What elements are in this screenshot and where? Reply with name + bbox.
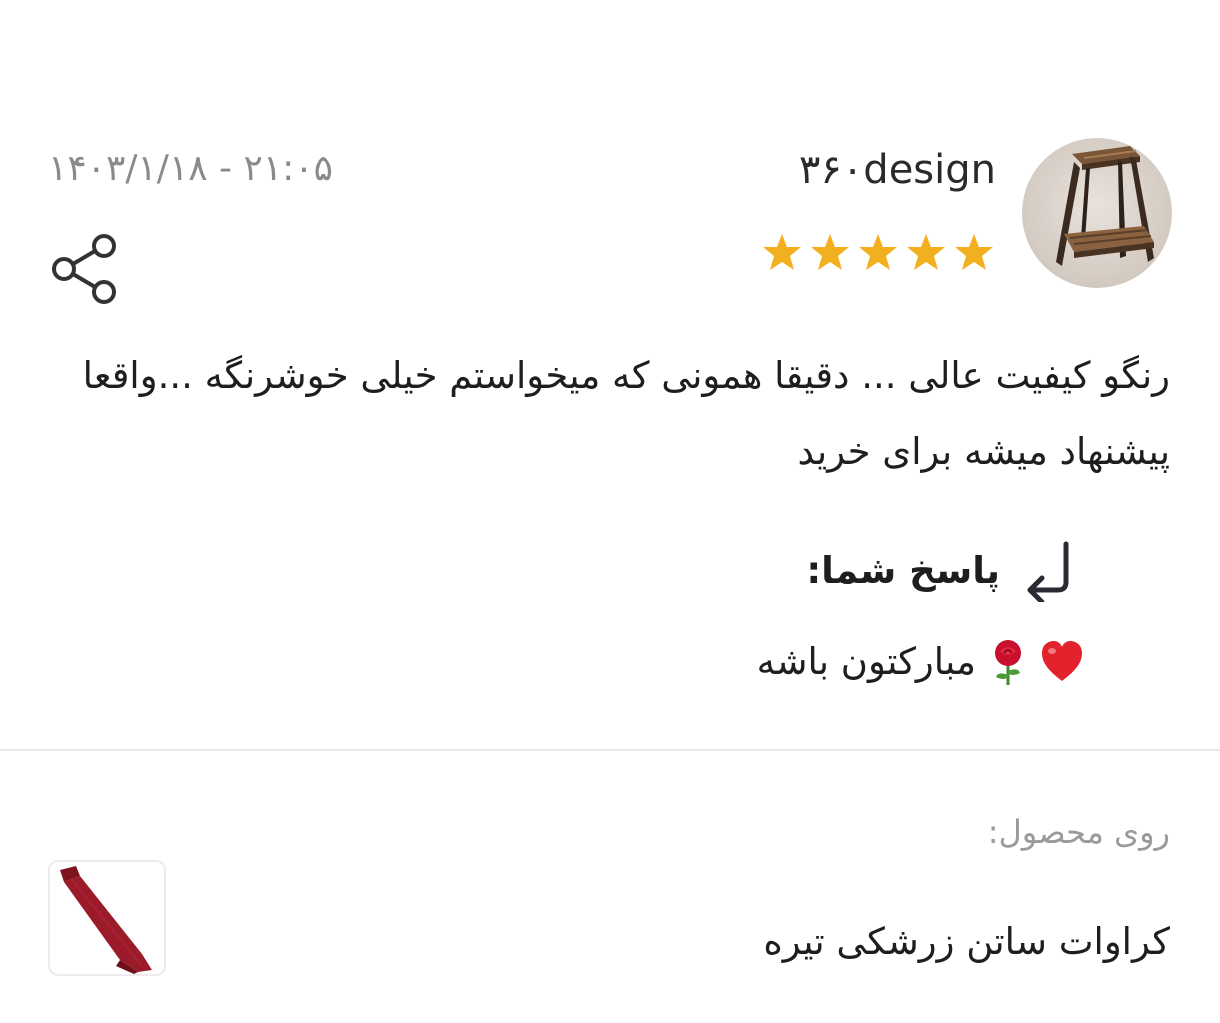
share-icon — [52, 234, 116, 304]
star-icon — [811, 234, 849, 270]
red-heart-icon — [1042, 641, 1082, 681]
username[interactable]: ۳۶۰design — [799, 142, 996, 198]
star-rating — [762, 232, 994, 272]
star-icon — [955, 234, 993, 270]
avatar[interactable] — [1022, 138, 1172, 288]
star-icon — [907, 234, 945, 270]
wooden-stool-avatar — [1056, 146, 1154, 266]
star-icon — [859, 234, 897, 270]
review-comment-line: رنگو کیفیت عالی ... دقیقا همونی که میخوا… — [82, 354, 1170, 397]
reply-label: پاسخ شما: — [806, 549, 1000, 592]
review-card: ۳۶۰design ۱۴۰۳/۱/۱۸ - ۲۱:۰۵ رنگو کیفیت ع… — [0, 0, 1220, 1023]
product-name[interactable]: کراوات ساتن زرشکی تیره — [763, 914, 1170, 970]
review-date: ۱۴۰۳/۱/۱۸ - ۲۱:۰۵ — [48, 148, 333, 189]
divider — [0, 749, 1220, 751]
star-icon — [763, 234, 801, 270]
product-thumbnail[interactable] — [48, 860, 166, 976]
share-button[interactable] — [48, 232, 122, 306]
reply-text: مبارکتون باشه — [757, 632, 1084, 692]
reply-arrow-icon — [1027, 541, 1069, 602]
review-comment-line: پیشنهاد میشه برای خرید — [797, 430, 1170, 473]
rose-icon — [995, 640, 1021, 685]
reply-message: مبارکتون باشه — [756, 640, 976, 683]
review-comment: رنگو کیفیت عالی ... دقیقا همونی که میخوا… — [60, 338, 1170, 490]
on-product-label: روی محصول: — [987, 813, 1170, 851]
reply-header: پاسخ شما: — [806, 540, 1080, 602]
red-necktie-thumbnail — [60, 866, 152, 974]
